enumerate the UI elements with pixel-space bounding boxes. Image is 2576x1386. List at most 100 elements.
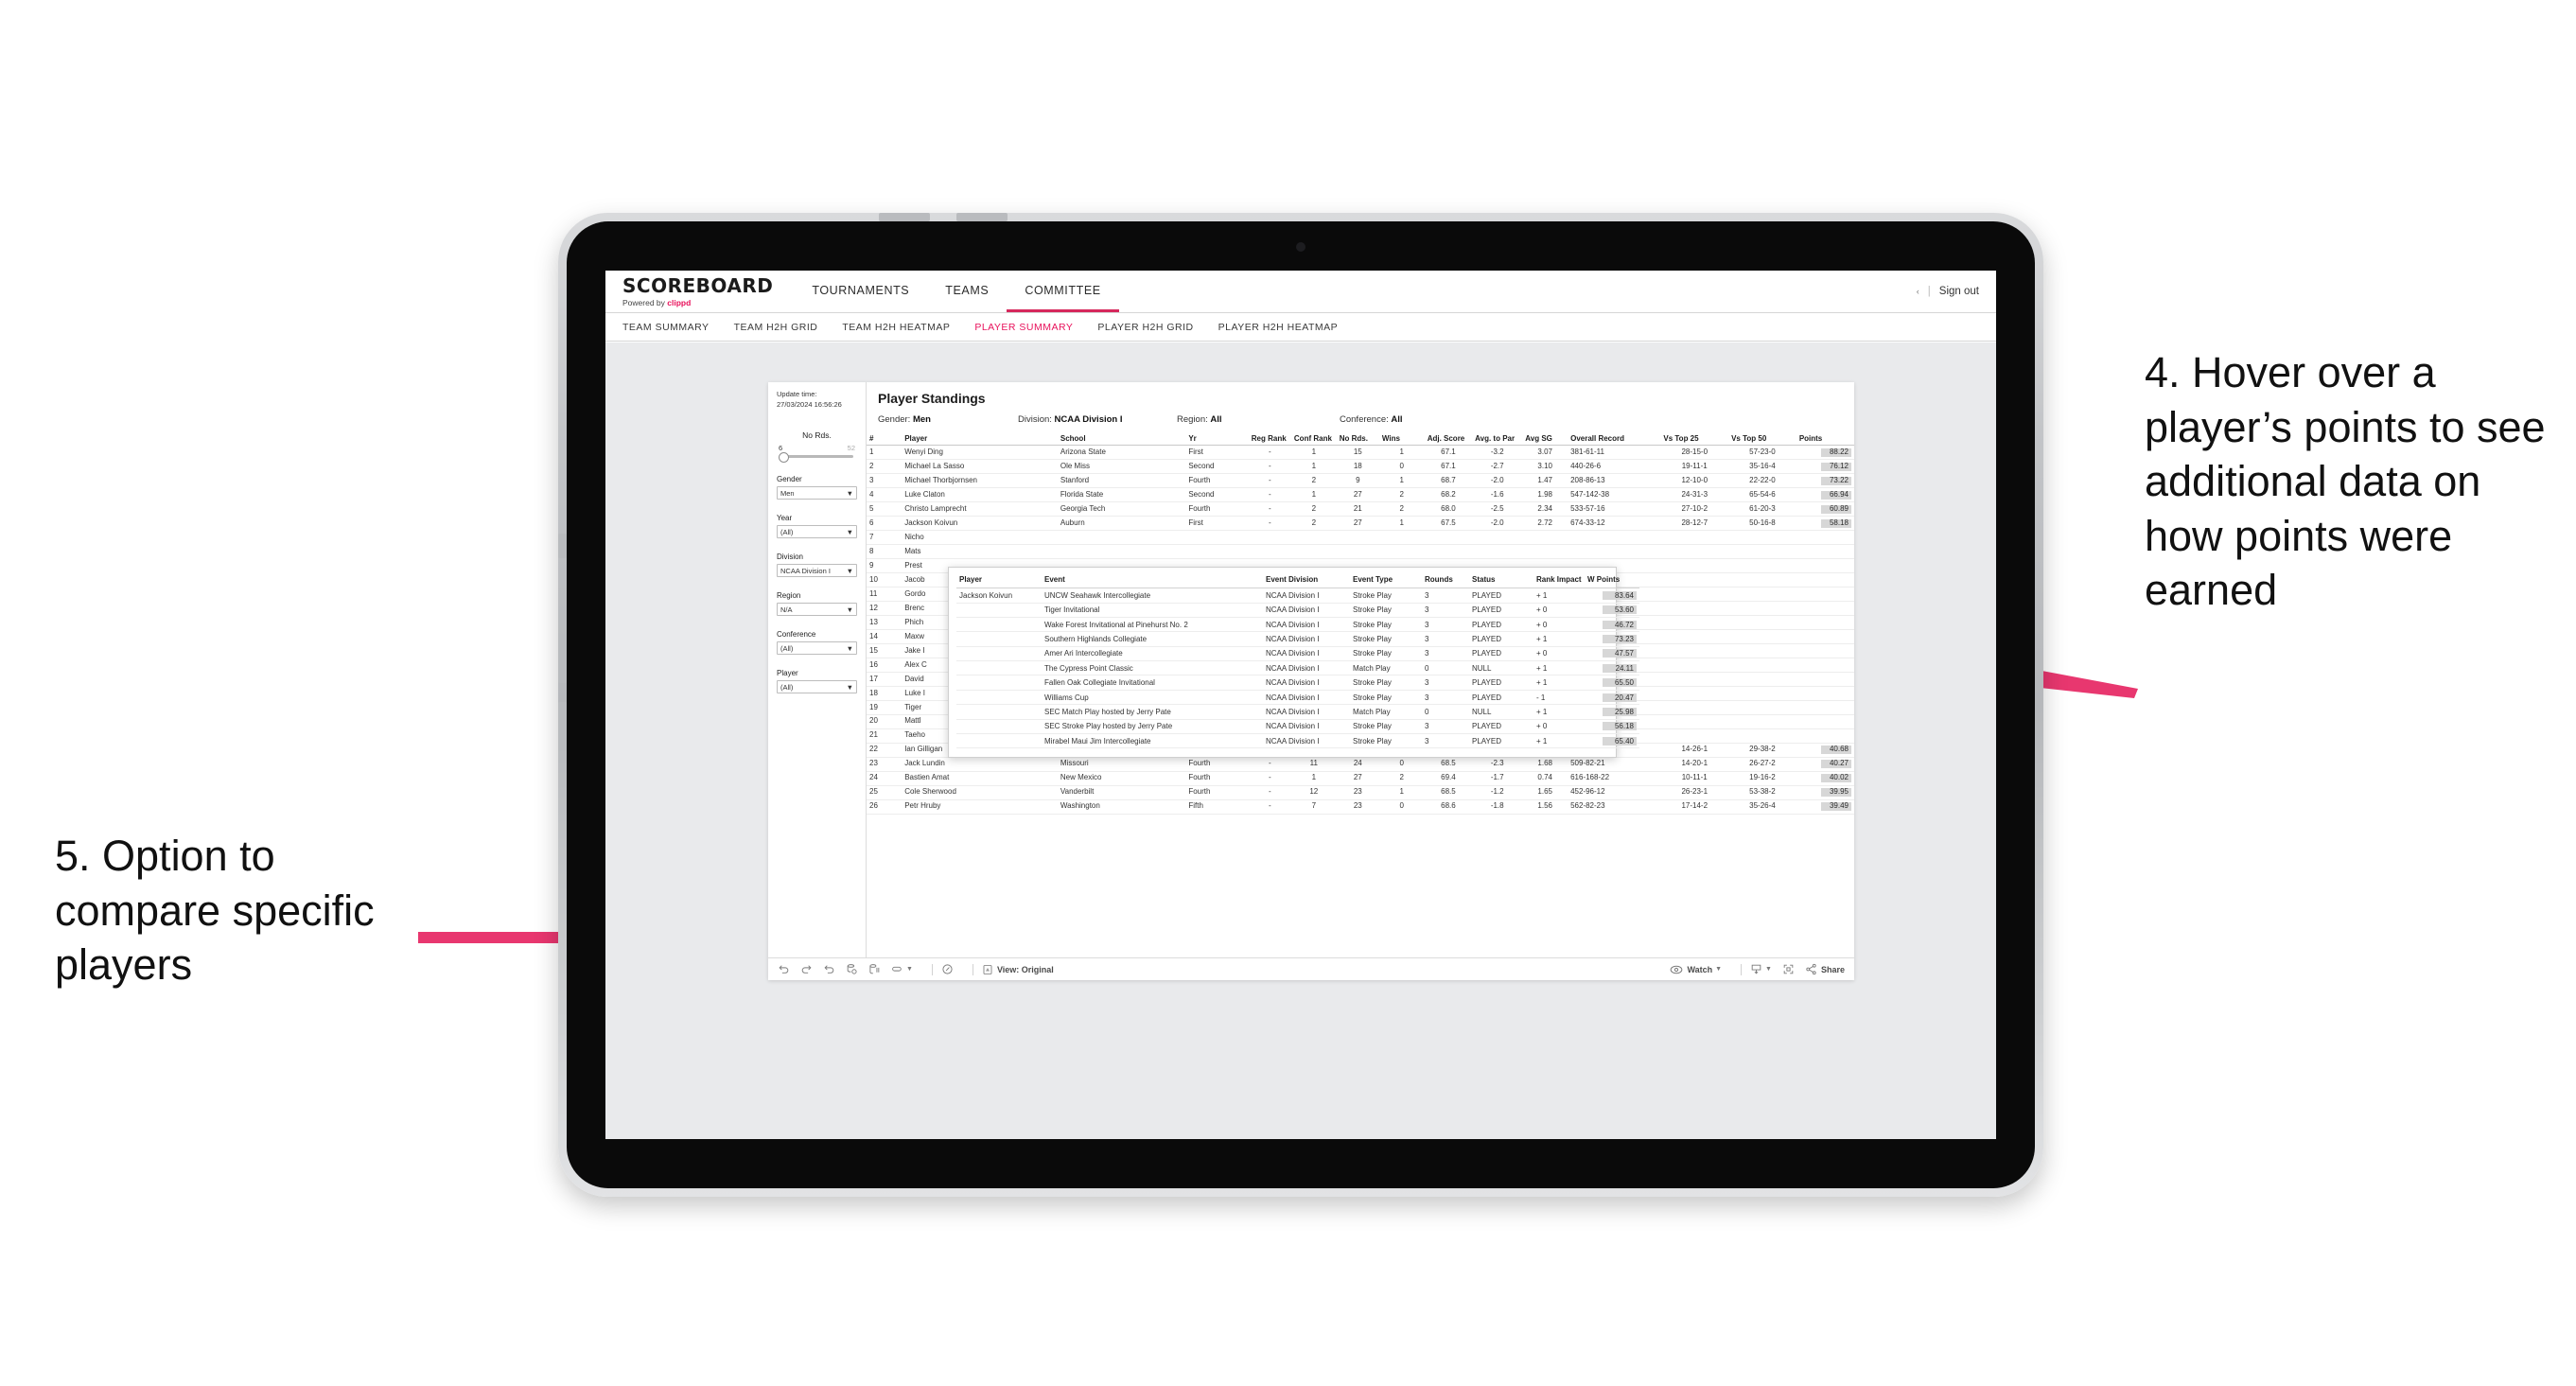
redo-button[interactable] <box>800 963 813 975</box>
table-row[interactable]: 25 Cole Sherwood Vanderbilt Fourth -12 23 1 68.… <box>867 785 1854 800</box>
filter-gender-select[interactable]: Men ▼ <box>777 486 857 500</box>
table-row[interactable]: 23 Jack Lundin Missouri Fourth -11 24 0 68.5 -2.… <box>867 757 1854 772</box>
cell-player: Michael Thorbjornsen <box>902 473 1058 489</box>
cell-school: Georgia Tech <box>1057 501 1186 518</box>
cell-points[interactable] <box>1796 544 1854 560</box>
subnav-player-summary[interactable]: PLAYER SUMMARY <box>974 322 1073 333</box>
table-row[interactable]: 6 Jackson Koivun Auburn First -2 27 1 67.5 -2.0 2… <box>867 516 1854 532</box>
cell-points[interactable]: 40.27 <box>1796 757 1854 772</box>
cell-points[interactable] <box>1796 686 1854 701</box>
cell-atp: -2.0 <box>1472 516 1523 532</box>
cell-points[interactable]: 60.89 <box>1796 501 1854 518</box>
col-overall-record[interactable]: Overall Record <box>1568 432 1661 447</box>
cell-points[interactable] <box>1796 643 1854 658</box>
col-yr[interactable]: Yr <box>1185 432 1249 447</box>
table-row[interactable]: 7 Nicho <box>867 530 1854 546</box>
cell-points[interactable] <box>1796 728 1854 744</box>
cell-points[interactable] <box>1796 587 1854 603</box>
col-avg-to-par[interactable]: Avg. to Par <box>1472 432 1523 447</box>
no-rounds-slider[interactable] <box>779 452 853 463</box>
device-preview-button[interactable] <box>941 963 954 975</box>
col-wins[interactable]: Wins <box>1378 432 1425 447</box>
download-menu-button[interactable]: ▼ <box>1750 963 1772 975</box>
cell-points[interactable] <box>1796 530 1854 546</box>
col-rank[interactable]: # <box>867 432 902 447</box>
filter-conference-select[interactable]: (All) ▼ <box>777 641 857 655</box>
cell-points[interactable] <box>1796 629 1854 644</box>
subnav-team-summary[interactable]: TEAM SUMMARY <box>622 322 710 333</box>
tooltip-row: SEC Match Play hosted by Jerry Pate NCAA … <box>956 704 1639 720</box>
subnav-player-h2h-grid[interactable]: PLAYER H2H GRID <box>1097 322 1193 333</box>
cell-points[interactable]: 66.94 <box>1796 487 1854 503</box>
cell-points[interactable]: 39.95 <box>1796 785 1854 800</box>
cell-points[interactable] <box>1796 558 1854 574</box>
table-row[interactable]: 26 Petr Hruby Washington Fifth -7 23 0 68.6 -1.8… <box>867 799 1854 815</box>
table-row[interactable]: 24 Bastien Amat New Mexico Fourth -1 27 2 69.4-… <box>867 771 1854 786</box>
refresh-data-button[interactable] <box>846 963 858 975</box>
cell-points[interactable]: 40.68 <box>1796 743 1854 758</box>
tooltip-cell-rounds: 3 <box>1422 733 1469 749</box>
subnav-team-h2h-grid[interactable]: TEAM H2H GRID <box>734 322 818 333</box>
topnav-committee[interactable]: COMMITTEE <box>1007 271 1119 312</box>
filter-player-select[interactable]: (All) ▼ <box>777 680 857 693</box>
topnav-tournaments[interactable]: TOURNAMENTS <box>794 271 927 312</box>
chevron-left-icon[interactable]: ‹ <box>1917 287 1919 296</box>
col-points[interactable]: Points <box>1796 432 1854 447</box>
tooltip-cell-rounds: 3 <box>1422 675 1469 691</box>
cell-points[interactable] <box>1796 714 1854 729</box>
subnav-player-h2h-heatmap[interactable]: PLAYER H2H HEATMAP <box>1218 322 1338 333</box>
col-adj-score[interactable]: Adj. Score <box>1424 432 1473 447</box>
tooltip-cell-event: SEC Match Play hosted by Jerry Pate <box>1042 704 1263 720</box>
pause-updates-button[interactable] <box>868 963 881 975</box>
table-row[interactable]: 1 Wenyi Ding Arizona State First -1 15 1 67.1 -3… <box>867 445 1854 461</box>
revert-button[interactable] <box>823 963 835 975</box>
table-row[interactable]: 8 Mats <box>867 544 1854 560</box>
col-no-rds[interactable]: No Rds. <box>1336 432 1379 447</box>
cell-school <box>1057 544 1186 560</box>
topnav-teams[interactable]: TEAMS <box>927 271 1007 312</box>
table-row[interactable]: 4 Luke Claton Florida State Second -1 27 2 68.2… <box>867 487 1854 503</box>
cell-points[interactable]: 40.02 <box>1796 771 1854 786</box>
standings-table-wrap[interactable]: # Player School Yr Reg Rank Conf Rank No… <box>867 432 1854 957</box>
table-row[interactable]: 5 Christo Lamprecht Georgia Tech Fourth -2 21… <box>867 501 1854 518</box>
watch-button[interactable]: Watch ▼ <box>1670 964 1722 975</box>
col-reg-rank[interactable]: Reg Rank <box>1248 432 1291 447</box>
fullscreen-button[interactable] <box>1782 963 1795 975</box>
filter-division-select[interactable]: NCAA Division I ▼ <box>777 564 857 577</box>
cell-points[interactable] <box>1796 658 1854 673</box>
no-rounds-slider-handle[interactable] <box>779 452 789 463</box>
col-vs-top-50[interactable]: Vs Top 50 <box>1728 432 1796 447</box>
col-conf-rank[interactable]: Conf Rank <box>1290 432 1337 447</box>
cell-points[interactable]: 39.49 <box>1796 799 1854 815</box>
cell-points[interactable] <box>1796 672 1854 687</box>
cell-points[interactable]: 58.18 <box>1796 516 1854 532</box>
col-vs-top-25[interactable]: Vs Top 25 <box>1660 432 1729 447</box>
tooltip-cell-player <box>956 660 1042 676</box>
cell-points[interactable] <box>1796 601 1854 616</box>
cell-points[interactable] <box>1796 572 1854 588</box>
col-player[interactable]: Player <box>902 432 1058 447</box>
view-original-button[interactable]: View: Original <box>982 964 1054 975</box>
table-row[interactable]: 2 Michael La Sasso Ole Miss Second -1 18 0 67.1… <box>867 459 1854 475</box>
subnav-team-h2h-heatmap[interactable]: TEAM H2H HEATMAP <box>842 322 950 333</box>
cell-t25 <box>1660 615 1729 630</box>
filter-year-select[interactable]: (All) ▼ <box>777 525 857 538</box>
cell-points[interactable] <box>1796 700 1854 715</box>
cell-points[interactable]: 76.12 <box>1796 459 1854 475</box>
undo-button[interactable] <box>778 963 790 975</box>
col-avg-sg[interactable]: Avg SG <box>1522 432 1568 447</box>
filter-region-select[interactable]: N/A ▼ <box>777 603 857 616</box>
share-button[interactable]: Share <box>1805 963 1845 975</box>
cell-t25 <box>1660 544 1729 560</box>
sign-out-link[interactable]: Sign out <box>1939 286 1979 297</box>
cell-points[interactable]: 73.22 <box>1796 473 1854 489</box>
table-row[interactable]: 3 Michael Thorbjornsen Stanford Fourth -2 9 1 6… <box>867 473 1854 489</box>
cell-points[interactable]: 88.22 <box>1796 445 1854 461</box>
export-menu-button[interactable]: ▼ <box>891 963 913 975</box>
points-value: 40.02 <box>1821 774 1851 783</box>
cell-player: Petr Hruby <box>902 799 1058 815</box>
cell-points[interactable] <box>1796 615 1854 630</box>
cell-atp: -3.2 <box>1472 445 1523 461</box>
col-school[interactable]: School <box>1057 432 1186 447</box>
brand-logo[interactable]: SCOREBOARD Powered by clippd <box>622 271 794 312</box>
